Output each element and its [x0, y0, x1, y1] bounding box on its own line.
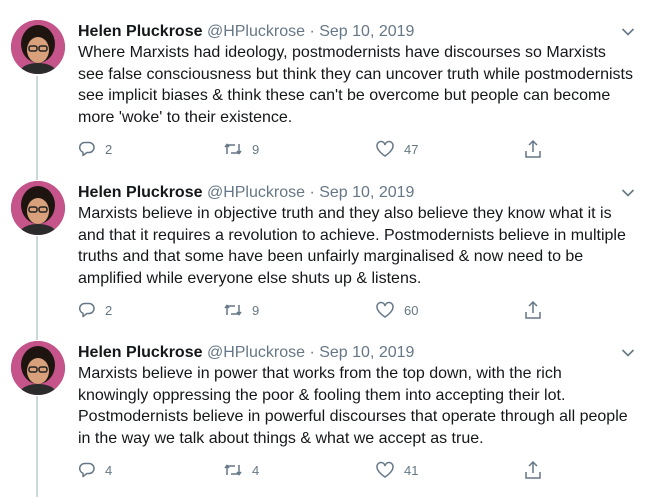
share-button[interactable] [524, 138, 542, 160]
like-icon [375, 301, 395, 319]
retweet-count: 9 [252, 302, 260, 318]
separator: · [309, 184, 315, 201]
avatar[interactable] [11, 181, 65, 235]
tweet-date[interactable]: Sep 10, 2019 [319, 344, 414, 361]
tweet-date[interactable]: Sep 10, 2019 [319, 23, 414, 40]
chevron-down-icon[interactable] [621, 185, 635, 197]
author-handle[interactable]: @HPluckrose [207, 23, 305, 40]
retweet-count: 4 [252, 462, 260, 478]
thread-connector [36, 236, 38, 340]
like-count: 60 [404, 302, 419, 318]
reply-icon [78, 461, 96, 479]
author-handle[interactable]: @HPluckrose [207, 184, 305, 201]
author-name[interactable]: Helen Pluckrose [78, 344, 203, 361]
tweet-text: Marxists believe in power that works fro… [78, 365, 628, 447]
author-name[interactable]: Helen Pluckrose [78, 184, 203, 201]
avatar[interactable] [11, 20, 65, 74]
tweet-header: Helen Pluckrose @HPluckrose · Sep 10, 20… [78, 183, 414, 203]
reply-count: 4 [105, 462, 113, 478]
separator: · [309, 344, 315, 361]
retweet-button[interactable]: 4 [223, 459, 259, 481]
share-icon [524, 460, 542, 480]
retweet-icon [223, 461, 243, 479]
reply-icon [78, 140, 96, 158]
reply-count: 2 [105, 302, 113, 318]
tweet-text: Where Marxists had ideology, postmoderni… [78, 44, 633, 126]
like-icon [375, 461, 395, 479]
tweet-actions: 2 9 47 [78, 138, 558, 160]
avatar[interactable] [11, 341, 65, 395]
like-button[interactable]: 47 [375, 138, 418, 160]
tweet-header: Helen Pluckrose @HPluckrose · Sep 10, 20… [78, 343, 414, 363]
tweet-actions: 2 9 60 [78, 299, 558, 321]
retweet-icon [223, 301, 243, 319]
reply-icon [78, 301, 96, 319]
author-handle[interactable]: @HPluckrose [207, 344, 305, 361]
retweet-count: 9 [252, 141, 260, 157]
thread-connector [36, 396, 38, 497]
author-name[interactable]: Helen Pluckrose [78, 23, 203, 40]
like-icon [375, 140, 395, 158]
reply-count: 2 [105, 141, 113, 157]
share-button[interactable] [524, 459, 542, 481]
retweet-button[interactable]: 9 [223, 138, 259, 160]
reply-button[interactable]: 4 [78, 459, 112, 481]
share-icon [524, 139, 542, 159]
reply-button[interactable]: 2 [78, 299, 112, 321]
chevron-down-icon[interactable] [621, 24, 635, 36]
separator: · [309, 23, 315, 40]
retweet-icon [223, 140, 243, 158]
chevron-down-icon[interactable] [621, 345, 635, 357]
retweet-button[interactable]: 9 [223, 299, 259, 321]
tweet-text: Marxists believe in objective truth and … [78, 205, 626, 287]
like-button[interactable]: 60 [375, 299, 418, 321]
tweet-header: Helen Pluckrose @HPluckrose · Sep 10, 20… [78, 22, 414, 42]
tweet-date[interactable]: Sep 10, 2019 [319, 184, 414, 201]
tweet-actions: 4 4 41 [78, 459, 558, 481]
like-count: 41 [404, 462, 419, 478]
like-count: 47 [404, 141, 419, 157]
share-icon [524, 300, 542, 320]
share-button[interactable] [524, 299, 542, 321]
reply-button[interactable]: 2 [78, 138, 112, 160]
thread-connector [36, 76, 38, 180]
like-button[interactable]: 41 [375, 459, 418, 481]
